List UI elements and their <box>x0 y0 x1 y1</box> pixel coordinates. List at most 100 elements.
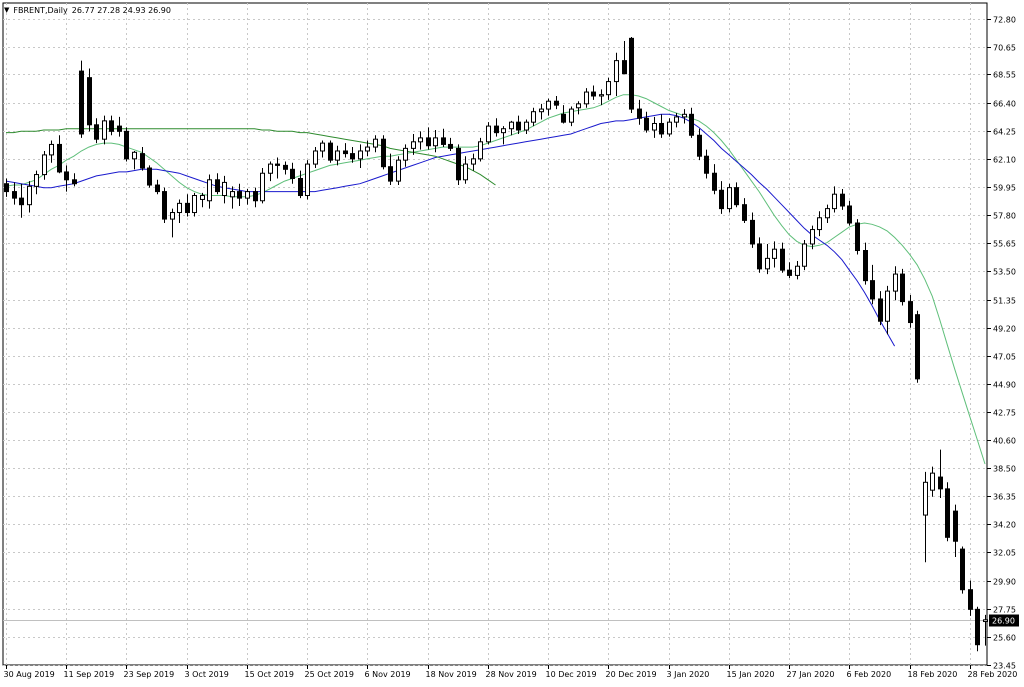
candle-body[interactable] <box>765 257 770 270</box>
candle-body[interactable] <box>524 121 529 131</box>
candle-body[interactable] <box>531 111 536 123</box>
candle-body[interactable] <box>290 168 295 179</box>
candle-body[interactable] <box>64 171 69 181</box>
candle-body[interactable] <box>335 150 340 161</box>
candle-body[interactable] <box>441 137 446 145</box>
candle-body[interactable] <box>659 122 664 135</box>
candle-body[interactable] <box>554 100 559 106</box>
candle-body[interactable] <box>870 280 875 300</box>
candle-body[interactable] <box>757 243 762 270</box>
candle-body[interactable] <box>682 113 687 118</box>
candle-body[interactable] <box>742 204 747 221</box>
candle-body[interactable] <box>463 163 468 181</box>
candle-body[interactable] <box>787 269 792 276</box>
candle-body[interactable] <box>132 151 137 160</box>
candle-body[interactable] <box>591 91 596 97</box>
candle-body[interactable] <box>546 100 551 110</box>
dropdown-arrow-icon[interactable]: ▼ <box>4 6 9 14</box>
candle-body[interactable] <box>930 472 935 491</box>
candle-body[interactable] <box>411 141 416 149</box>
candle-body[interactable] <box>727 187 732 210</box>
candle-body[interactable] <box>885 290 890 322</box>
candle-body[interactable] <box>863 250 868 282</box>
candle-body[interactable] <box>222 181 227 197</box>
candle-body[interactable] <box>840 193 845 207</box>
candle-body[interactable] <box>606 81 611 96</box>
candle-body[interactable] <box>320 142 325 152</box>
candle-body[interactable] <box>34 174 39 187</box>
candle-body[interactable] <box>381 138 386 168</box>
candle-body[interactable] <box>230 191 235 198</box>
candle-body[interactable] <box>832 193 837 210</box>
candle-body[interactable] <box>19 197 24 206</box>
candle-body[interactable] <box>689 113 694 136</box>
candle-body[interactable] <box>403 147 408 161</box>
candle-body[interactable] <box>94 124 99 140</box>
candle-body[interactable] <box>328 142 333 161</box>
candle-body[interactable] <box>780 248 785 271</box>
candle-body[interactable] <box>810 229 815 245</box>
candle-body[interactable] <box>170 212 175 220</box>
candle-body[interactable] <box>49 143 54 156</box>
candle-body[interactable] <box>124 130 129 160</box>
candle-body[interactable] <box>388 166 393 182</box>
candle-body[interactable] <box>155 184 160 193</box>
candle-body[interactable] <box>192 195 197 214</box>
candle-body[interactable] <box>4 183 9 193</box>
price-chart[interactable]: 72.80 70.65 68.55 66.40 64.25 62.10 59.95 57.80… <box>0 0 1024 683</box>
candle-body[interactable] <box>478 141 483 160</box>
candle-body[interactable] <box>674 116 679 123</box>
candle-body[interactable] <box>494 125 499 134</box>
candle-body[interactable] <box>42 154 47 176</box>
candle-body[interactable] <box>704 155 709 174</box>
candle-body[interactable] <box>968 589 973 610</box>
candle-body[interactable] <box>268 163 273 174</box>
candle-body[interactable] <box>358 150 363 160</box>
candle-body[interactable] <box>433 137 438 147</box>
candle-body[interactable] <box>539 108 544 113</box>
candle-body[interactable] <box>109 120 114 132</box>
candle-body[interactable] <box>908 301 913 324</box>
candle-body[interactable] <box>599 94 604 97</box>
candle-body[interactable] <box>12 191 17 199</box>
candle-body[interactable] <box>200 195 205 200</box>
candle-body[interactable] <box>938 476 943 490</box>
candle-body[interactable] <box>72 179 77 185</box>
candle-body[interactable] <box>79 70 84 135</box>
candle-body[interactable] <box>637 108 642 119</box>
candle-body[interactable] <box>795 265 800 276</box>
candle-body[interactable] <box>945 488 950 538</box>
candle-body[interactable] <box>622 60 627 75</box>
candle-body[interactable] <box>313 150 318 165</box>
candle-body[interactable] <box>719 189 724 210</box>
candle-body[interactable] <box>418 137 423 143</box>
candle-body[interactable] <box>825 208 830 219</box>
candle-body[interactable] <box>456 147 461 181</box>
candle-body[interactable] <box>584 91 589 105</box>
candle-body[interactable] <box>237 191 242 199</box>
candle-body[interactable] <box>802 243 807 267</box>
candle-body[interactable] <box>614 60 619 83</box>
candle-body[interactable] <box>426 137 431 147</box>
candle-body[interactable] <box>697 134 702 157</box>
candle-body[interactable] <box>245 191 250 199</box>
candle-body[interactable] <box>878 298 883 322</box>
candle-body[interactable] <box>576 103 581 109</box>
candle-body[interactable] <box>373 138 378 148</box>
candle-body[interactable] <box>27 185 32 206</box>
candle-body[interactable] <box>275 163 280 166</box>
candle-body[interactable] <box>102 120 107 140</box>
candle-body[interactable] <box>847 205 852 224</box>
candle-body[interactable] <box>177 202 182 214</box>
candle-body[interactable] <box>983 619 988 623</box>
candle-body[interactable] <box>953 510 958 542</box>
candle-body[interactable] <box>471 158 476 165</box>
candle-body[interactable] <box>855 222 860 252</box>
candle-body[interactable] <box>629 37 634 110</box>
candle-body[interactable] <box>253 191 258 202</box>
candle-body[interactable] <box>915 314 920 380</box>
candle-body[interactable] <box>298 177 303 197</box>
candle-body[interactable] <box>396 159 401 182</box>
candle-body[interactable] <box>516 121 521 131</box>
candle-body[interactable] <box>260 172 265 202</box>
